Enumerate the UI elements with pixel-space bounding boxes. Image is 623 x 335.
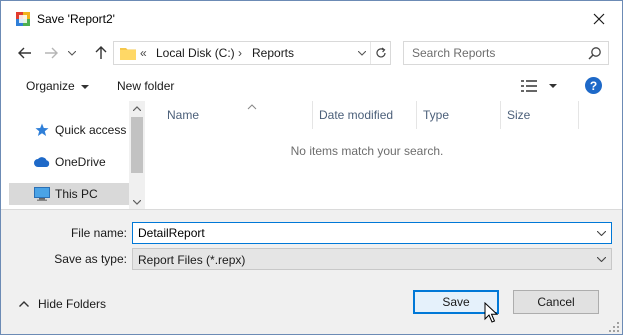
new-folder-button[interactable]: New folder [117, 79, 174, 93]
column-header-name[interactable]: Name [161, 101, 313, 129]
file-name-label: File name: [70, 226, 127, 240]
file-name-combobox[interactable] [132, 222, 612, 244]
organize-label: Organize [26, 79, 75, 93]
navigation-row: « Local Disk (C:) › Reports [1, 37, 622, 69]
folder-icon [120, 46, 136, 60]
hide-folders-button[interactable]: Hide Folders [19, 297, 106, 311]
breadcrumb-local-disk[interactable]: Local Disk (C:) [156, 46, 235, 60]
address-dropdown-button[interactable] [354, 42, 370, 64]
nav-item-label: OneDrive [55, 155, 106, 169]
save-as-type-select[interactable]: Report Files (*.repx) [132, 248, 612, 270]
sort-ascending-icon [247, 100, 257, 110]
nav-item-label: This PC [55, 187, 98, 201]
breadcrumb-separator[interactable]: › [238, 46, 242, 60]
arrow-left-icon [18, 47, 31, 59]
navigation-pane: Quick access OneDrive This PC [1, 101, 145, 209]
organize-menu-button[interactable]: Organize [26, 79, 89, 93]
column-header-date-modified[interactable]: Date modified [313, 101, 417, 129]
search-icon[interactable] [588, 46, 602, 60]
file-list: Name Date modified Type Size No items ma… [145, 101, 622, 209]
report-app-icon [16, 12, 30, 26]
star-icon [33, 122, 51, 138]
scroll-thumb[interactable] [131, 117, 143, 173]
file-name-dropdown-button[interactable] [591, 223, 611, 243]
recent-locations-button[interactable] [65, 43, 79, 63]
arrow-right-icon [45, 47, 58, 59]
nav-item-onedrive[interactable]: OneDrive [9, 151, 129, 173]
chevron-down-icon [596, 230, 606, 236]
chevron-down-icon [358, 50, 366, 56]
nav-item-quick-access[interactable]: Quick access [9, 119, 129, 141]
breadcrumb-reports[interactable]: Reports [252, 46, 294, 60]
column-header-type[interactable]: Type [417, 101, 501, 129]
caret-down-icon [80, 84, 89, 89]
column-label: Type [423, 108, 450, 122]
column-header-size[interactable]: Size [501, 101, 579, 129]
cancel-button[interactable]: Cancel [513, 290, 599, 314]
save-as-type-label: Save as type: [54, 252, 127, 266]
search-input[interactable] [404, 42, 584, 64]
save-as-type-value: Report Files (*.repx) [138, 253, 246, 267]
hide-folders-label: Hide Folders [38, 297, 107, 311]
refresh-icon [375, 47, 386, 58]
column-label: Size [507, 108, 531, 122]
chevron-up-icon [133, 105, 141, 111]
up-button[interactable] [91, 43, 111, 63]
refresh-button[interactable] [370, 42, 390, 64]
window-title: Save 'Report2' [37, 12, 115, 26]
column-label: Date modified [319, 108, 394, 122]
cloud-icon [33, 154, 51, 170]
computer-icon [33, 186, 51, 202]
overflow-chevron[interactable]: « [140, 46, 147, 60]
caret-down-icon [549, 84, 557, 88]
chevron-down-icon [68, 50, 76, 56]
chevron-up-icon [19, 299, 31, 309]
scroll-down-button[interactable] [129, 195, 145, 209]
column-label: Name [167, 108, 200, 122]
close-icon [593, 13, 605, 25]
details-view-icon [521, 80, 537, 92]
change-view-button[interactable] [521, 78, 561, 94]
nav-scrollbar[interactable] [129, 101, 145, 209]
title-bar: Save 'Report2' [1, 1, 622, 37]
help-button[interactable]: ? [585, 77, 602, 94]
arrow-up-icon [95, 46, 107, 59]
empty-message: No items match your search. [290, 144, 444, 158]
chevron-down-icon [133, 199, 141, 205]
forward-button[interactable] [41, 43, 61, 63]
mouse-cursor-icon [484, 301, 499, 324]
save-dialog: Save 'Report2' « Local Disk (C:) › Repor… [0, 0, 623, 335]
bottom-panel: File name: Save as type: Report Files (*… [1, 209, 622, 334]
resize-grip-icon[interactable] [609, 321, 619, 332]
address-bar[interactable]: « Local Disk (C:) › Reports [113, 41, 391, 65]
back-button[interactable] [15, 43, 35, 63]
file-name-input[interactable] [133, 223, 588, 243]
search-box[interactable] [403, 41, 609, 65]
chevron-down-icon [596, 256, 606, 262]
nav-item-label: Quick access [55, 123, 127, 137]
scroll-up-button[interactable] [129, 101, 145, 115]
save-as-type-dropdown-button[interactable] [591, 249, 611, 269]
close-button[interactable] [576, 1, 622, 37]
nav-item-this-pc[interactable]: This PC [9, 183, 129, 205]
command-bar: Organize New folder ? [1, 71, 622, 101]
